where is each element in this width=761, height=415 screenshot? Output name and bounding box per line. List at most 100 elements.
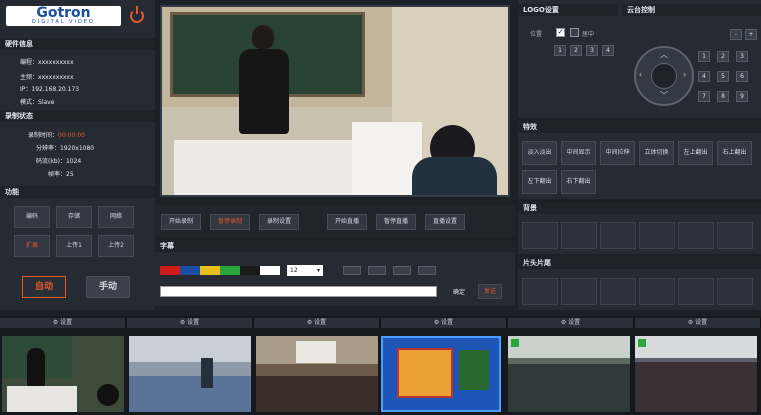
logo-opt-box[interactable]	[570, 28, 579, 37]
subtitle-header: 字幕	[155, 240, 515, 252]
fx-3d-button[interactable]: 立体切换	[639, 141, 674, 165]
thumb-4-panel	[459, 350, 489, 390]
align-center-button[interactable]	[368, 266, 386, 275]
start-live-button[interactable]: 开始直播	[327, 214, 367, 230]
upload2-button[interactable]: 上传2	[98, 235, 134, 257]
ptz-zoom-plus[interactable]: +	[745, 29, 757, 40]
logo-num-3[interactable]: 3	[586, 45, 598, 56]
source-thumb-2[interactable]	[129, 336, 251, 412]
swatch-white[interactable]	[260, 266, 280, 275]
ptz-num-8[interactable]: 8	[717, 91, 729, 102]
arrow-down-icon[interactable]: ﹀	[660, 90, 668, 101]
checkbox-icon[interactable]: ✓	[556, 28, 565, 37]
arrow-right-icon[interactable]: ›	[683, 70, 686, 79]
info-line-2: 主频：xxxxxxxxxx	[20, 74, 74, 81]
ptz-num-2[interactable]: 2	[717, 51, 729, 62]
source-thumb-4[interactable]	[381, 336, 501, 412]
ptz-num-1[interactable]: 1	[698, 51, 710, 62]
scroll-button[interactable]	[418, 266, 436, 275]
thumb-1-settings[interactable]: ⚙ 设置	[0, 318, 126, 328]
thumb-2-settings[interactable]: ⚙ 设置	[127, 318, 253, 328]
record-status-header: 录制状态	[0, 110, 155, 122]
bumper-slot-5[interactable]	[678, 278, 714, 305]
background-slot-4[interactable]	[639, 222, 675, 249]
align-left-button[interactable]	[343, 266, 361, 275]
record-settings-button[interactable]: 录制设置	[259, 214, 299, 230]
background-slot-5[interactable]	[678, 222, 714, 249]
thumb-6-settings[interactable]: ⚙ 设置	[635, 318, 761, 328]
fx-bottom-left-button[interactable]: 左下翻出	[522, 170, 557, 194]
ptz-num-6[interactable]: 6	[736, 71, 748, 82]
confirm-label: 确定	[453, 289, 466, 296]
fx-center-show-button[interactable]: 中间显示	[561, 141, 596, 165]
bumper-slot-6[interactable]	[717, 278, 753, 305]
start-record-button[interactable]: 开始录制	[161, 214, 201, 230]
arrow-up-icon[interactable]: ︿	[660, 49, 668, 60]
ptz-num-5[interactable]: 5	[717, 71, 729, 82]
effects-panel: 特效 淡入淡出 中间显示 中间拉伸 立体切换 左上翻出 右上翻出 左下翻出 右下…	[518, 121, 761, 199]
preview-student-body	[412, 157, 497, 195]
swatch-blue[interactable]	[180, 266, 200, 275]
subtitle-text-input[interactable]	[160, 286, 437, 297]
background-slot-1[interactable]	[522, 222, 558, 249]
swatch-red[interactable]	[160, 266, 180, 275]
ptz-num-4[interactable]: 4	[698, 71, 710, 82]
thumb-5-wall	[508, 336, 630, 358]
record-line-3: 码流(kb)：1024	[36, 158, 82, 165]
pause-live-button[interactable]: 暂停直播	[376, 214, 416, 230]
background-slot-6[interactable]	[717, 222, 753, 249]
chevron-down-icon: ▾	[316, 267, 320, 274]
send-button[interactable]: 发送	[478, 284, 502, 299]
bumper-slot-2[interactable]	[561, 278, 597, 305]
background-slot-3[interactable]	[600, 222, 636, 249]
swatch-green[interactable]	[220, 266, 240, 275]
info-line-3: IP：192.168.20.173	[20, 86, 80, 93]
left-panel: Gotron DIGITAL VIDEO 硬件信息 编程：xxxxxxxxxx …	[0, 0, 155, 310]
thumb-4-settings[interactable]: ⚙ 设置	[381, 318, 507, 328]
preview-person-head	[252, 25, 274, 49]
network-button[interactable]: 网络	[98, 206, 134, 228]
ptz-num-3[interactable]: 3	[736, 51, 748, 62]
source-thumb-3[interactable]	[256, 336, 378, 412]
pause-record-button[interactable]: 暂停录制	[210, 214, 250, 230]
logo-num-4[interactable]: 4	[602, 45, 614, 56]
fx-top-left-button[interactable]: 左上翻出	[678, 141, 713, 165]
auto-mode-button[interactable]: 自动	[22, 276, 66, 298]
ptz-zoom-minus[interactable]: -	[730, 29, 742, 40]
source-thumb-1[interactable]	[2, 336, 124, 412]
logo-num-2[interactable]: 2	[570, 45, 582, 56]
background-slot-2[interactable]	[561, 222, 597, 249]
bumper-slot-4[interactable]	[639, 278, 675, 305]
upload1-button[interactable]: 上传1	[56, 235, 92, 257]
thumb-3-settings[interactable]: ⚙ 设置	[254, 318, 380, 328]
bumper-slot-1[interactable]	[522, 278, 558, 305]
fx-bottom-right-button[interactable]: 右下翻出	[561, 170, 596, 194]
logo-num-1[interactable]: 1	[554, 45, 566, 56]
manual-mode-button[interactable]: 手动	[86, 276, 130, 298]
align-right-button[interactable]	[393, 266, 411, 275]
encode-button[interactable]: 编码	[14, 206, 50, 228]
extend-button[interactable]: 扩展	[14, 235, 50, 257]
swatch-yellow[interactable]	[200, 266, 220, 275]
color-swatches[interactable]	[160, 266, 280, 275]
ptz-num-7[interactable]: 7	[698, 91, 710, 102]
storage-button[interactable]: 存储	[56, 206, 92, 228]
font-size-select[interactable]: 12 ▾	[287, 265, 323, 276]
ptz-joystick[interactable]: ︿ ﹀ ‹ ›	[634, 46, 694, 106]
function-header: 功能	[0, 186, 155, 198]
thumb-2-wall	[129, 336, 251, 362]
thumb-5-settings[interactable]: ⚙ 设置	[508, 318, 634, 328]
ptz-num-9[interactable]: 9	[736, 91, 748, 102]
fx-top-right-button[interactable]: 右上翻出	[717, 141, 752, 165]
bumper-slot-3[interactable]	[600, 278, 636, 305]
fx-center-stretch-button[interactable]: 中间拉伸	[600, 141, 635, 165]
source-thumb-5[interactable]	[508, 336, 630, 412]
arrow-left-icon[interactable]: ‹	[639, 70, 642, 79]
thumb-2-person	[201, 358, 213, 388]
source-thumb-6[interactable]	[635, 336, 757, 412]
live-settings-button[interactable]: 直播设置	[425, 214, 465, 230]
fx-fade-button[interactable]: 淡入淡出	[522, 141, 557, 165]
ptz-center-button[interactable]	[651, 63, 677, 89]
swatch-black[interactable]	[240, 266, 260, 275]
preview-podium	[174, 140, 364, 195]
